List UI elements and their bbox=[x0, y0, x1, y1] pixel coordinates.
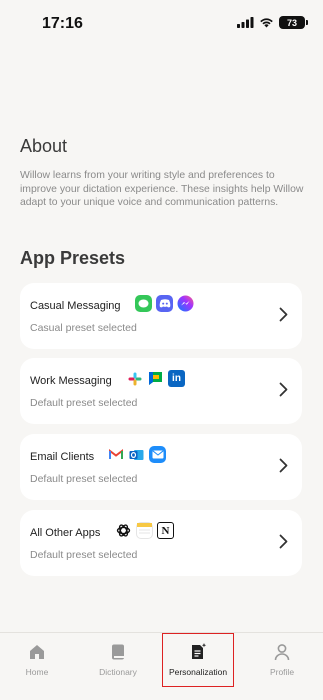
linkedin-icon: in bbox=[168, 370, 185, 387]
document-sparkle-icon bbox=[192, 643, 207, 659]
preset-app-icons bbox=[135, 295, 194, 312]
home-icon bbox=[30, 645, 44, 659]
tab-home[interactable]: Home bbox=[0, 633, 77, 700]
chatgpt-icon bbox=[115, 522, 132, 539]
tab-bar: Home Dictionary Personalization Profile bbox=[0, 632, 323, 700]
preset-card-email-clients[interactable]: Email Clients Default preset selected bbox=[20, 434, 302, 500]
tab-personalization[interactable]: Personalization bbox=[158, 633, 238, 700]
messenger-icon bbox=[177, 295, 194, 312]
preset-card-work-messaging[interactable]: Work Messaging in Default preset selecte… bbox=[20, 358, 302, 424]
about-title: About bbox=[20, 136, 68, 156]
apple-mail-icon bbox=[149, 446, 166, 463]
tab-label-home: Home bbox=[25, 667, 49, 677]
wifi-icon bbox=[260, 18, 273, 28]
battery-icon: 73 bbox=[279, 16, 308, 29]
preset-app-icons: in bbox=[126, 370, 185, 387]
tab-label-personalization: Personalization bbox=[168, 667, 228, 677]
preset-name: Casual Messaging bbox=[30, 300, 121, 312]
about-description: Willow learns from your writing style an… bbox=[20, 170, 304, 208]
status-bar: 17:16 73 bbox=[0, 0, 323, 48]
person-icon bbox=[274, 644, 290, 661]
google-chat-icon bbox=[147, 370, 164, 387]
battery-level: 73 bbox=[286, 17, 297, 28]
notes-icon bbox=[136, 522, 153, 539]
preset-status: Default preset selected bbox=[30, 473, 138, 485]
preset-name: Email Clients bbox=[30, 451, 95, 463]
tab-label-profile: Profile bbox=[269, 667, 295, 677]
tab-dictionary[interactable]: Dictionary bbox=[78, 633, 158, 700]
tab-profile[interactable]: Profile bbox=[242, 633, 322, 700]
status-time: 17:16 bbox=[42, 15, 83, 32]
tab-label-dictionary: Dictionary bbox=[99, 667, 137, 677]
book-icon bbox=[112, 644, 124, 660]
outlook-icon bbox=[128, 446, 145, 463]
preset-name: Work Messaging bbox=[30, 375, 112, 387]
preset-card-casual-messaging[interactable]: Casual Messaging Casual preset selected bbox=[20, 283, 302, 349]
notion-icon: N bbox=[157, 522, 174, 539]
preset-status: Default preset selected bbox=[30, 397, 138, 409]
chevron-right-icon bbox=[279, 307, 288, 322]
status-icons: 73 bbox=[237, 16, 308, 29]
preset-name: All Other Apps bbox=[30, 527, 101, 539]
preset-status: Default preset selected bbox=[30, 549, 138, 561]
app-presets-title: App Presets bbox=[20, 248, 126, 268]
gmail-icon bbox=[107, 446, 124, 463]
discord-icon bbox=[156, 295, 173, 312]
messages-icon bbox=[135, 295, 152, 312]
preset-app-icons bbox=[107, 446, 166, 463]
chevron-right-icon bbox=[279, 382, 288, 397]
cellular-signal-icon bbox=[237, 17, 254, 28]
slack-icon bbox=[126, 370, 143, 387]
preset-card-all-other-apps[interactable]: All Other Apps N Default preset selected bbox=[20, 510, 302, 576]
chevron-right-icon bbox=[279, 458, 288, 473]
preset-status: Casual preset selected bbox=[30, 322, 137, 334]
preset-app-icons: N bbox=[115, 522, 174, 539]
chevron-right-icon bbox=[279, 534, 288, 549]
